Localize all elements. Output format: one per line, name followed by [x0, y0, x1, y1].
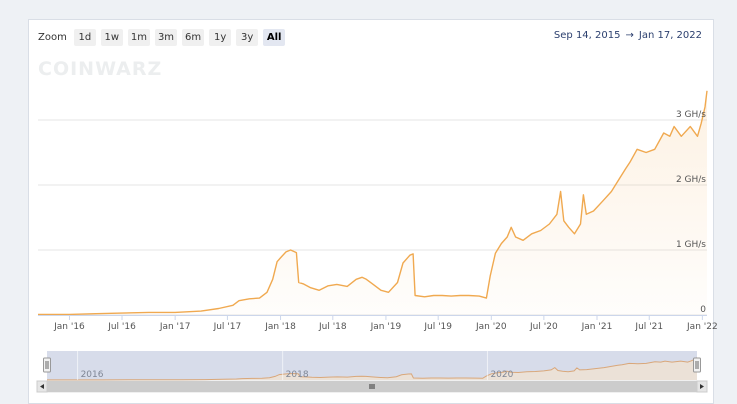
- navigator-right-handle[interactable]: [693, 357, 701, 373]
- y-tick-label: 1 GH/s: [676, 240, 706, 250]
- x-tick-label: Jan '22: [686, 322, 718, 332]
- x-tick-label: Jul '16: [107, 322, 136, 332]
- x-tick-label: Jan '18: [264, 322, 296, 332]
- navigator-left-handle[interactable]: [43, 357, 51, 373]
- series-area-fill: [38, 90, 707, 315]
- x-tick-label: Jan '19: [370, 322, 402, 332]
- y-tick-label: 0: [700, 305, 706, 315]
- x-axis-ticks: Jan '16 Jul '16 Jan '17 Jul '17 Jan '18 Jul '…: [38, 315, 718, 332]
- x-tick-label: Jul '20: [529, 322, 558, 332]
- x-tick-label: Jul '18: [318, 322, 347, 332]
- navigator-year-label: 2018: [286, 370, 309, 380]
- x-tick-label: Jan '17: [159, 322, 191, 332]
- x-tick-label: Jan '16: [53, 322, 85, 332]
- x-tick-label: Jul '21: [634, 322, 663, 332]
- navigator[interactable]: 2016 2018 2020: [36, 351, 708, 393]
- x-tick-label: Jul '19: [423, 322, 452, 332]
- x-tick-label: Jan '20: [475, 322, 507, 332]
- x-tick-label: Jan '21: [581, 322, 613, 332]
- x-tick-label: Jul '17: [213, 322, 242, 332]
- y-tick-label: 2 GH/s: [676, 175, 706, 185]
- y-tick-label: 3 GH/s: [676, 110, 706, 120]
- navigator-year-label: 2020: [490, 370, 513, 380]
- series-area: [38, 90, 708, 316]
- navigator-year-label: 2016: [81, 370, 104, 380]
- hashrate-chart: 01 GH/s2 GH/s3 GH/s Jan '16 Jul '16 Jan '1…: [36, 90, 718, 393]
